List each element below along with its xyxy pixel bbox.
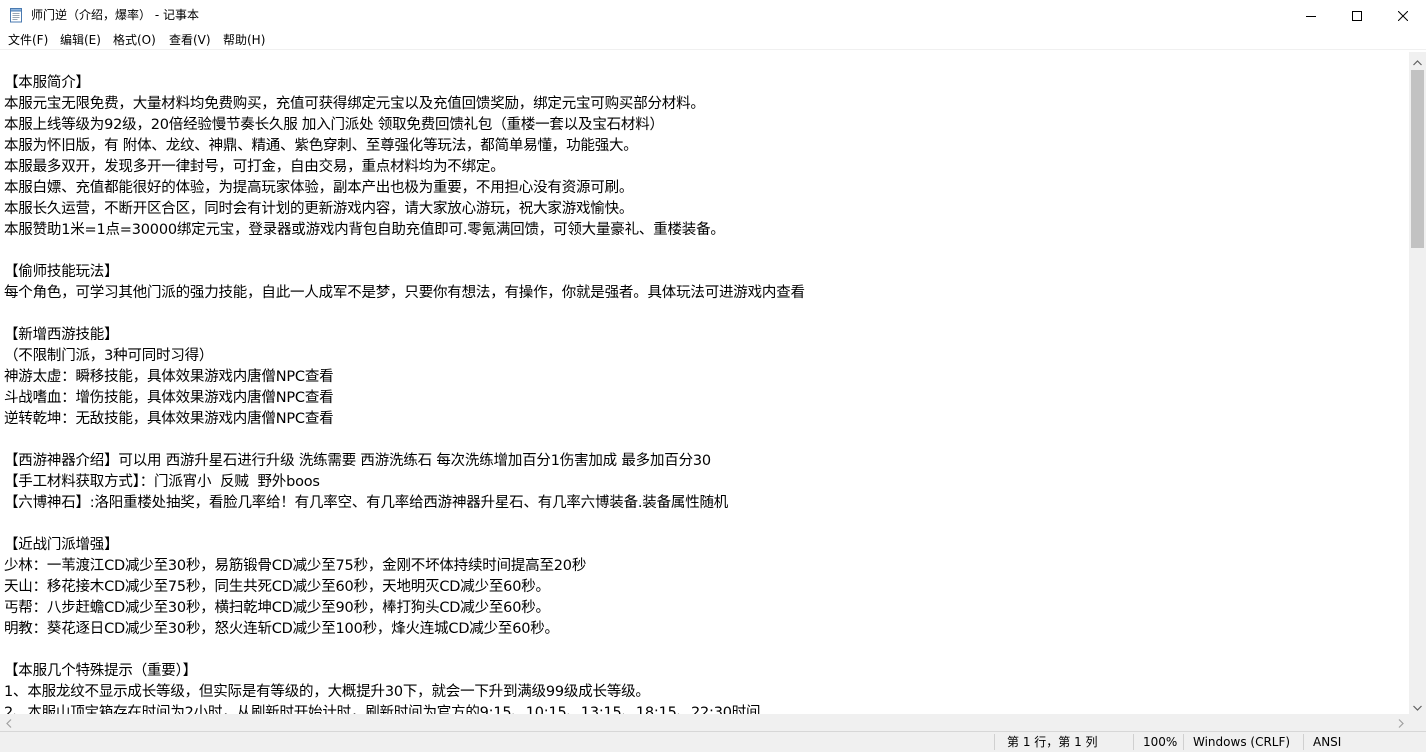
text-line[interactable] xyxy=(4,304,805,325)
chevron-down-icon xyxy=(1413,696,1422,715)
menu-bar: 文件(F) 编辑(E) 格式(O) 查看(V) 帮助(H) xyxy=(0,31,1426,50)
text-line[interactable]: 丐帮：八步赶蟾CD减少至30秒，横扫乾坤CD减少至90秒，棒打狗头CD减少至60… xyxy=(4,598,805,619)
scroll-left-button[interactable] xyxy=(0,714,17,731)
text-line[interactable]: 每个角色，可学习其他门派的强力技能，自此一人成军不是梦，只要你有想法，有操作，你… xyxy=(4,283,805,304)
notepad-icon xyxy=(9,7,23,23)
status-divider xyxy=(1133,734,1134,750)
text-line[interactable]: 本服长久运营，不断开区合区，同时会有计划的更新游戏内容，请大家放心游玩，祝大家游… xyxy=(4,199,805,220)
title-bar: 师门逆（介绍，爆率） - 记事本 xyxy=(0,0,1426,31)
text-line[interactable]: 本服为怀旧版，有 附体、龙纹、神鼎、精通、紫色穿刺、至尊强化等玩法，都简单易懂，… xyxy=(4,136,805,157)
vertical-scroll-thumb[interactable] xyxy=(1411,70,1424,248)
text-line[interactable]: 本服白嫖、充值都能很好的体验，为提高玩家体验，副本产出也极为重要，不用担心没有资… xyxy=(4,178,805,199)
text-line[interactable]: 【偷师技能玩法】 xyxy=(4,262,805,283)
text-line[interactable]: 【本服几个特殊提示（重要）】 xyxy=(4,661,805,682)
editor-content[interactable]: 【本服简介】 本服元宝无限免费，大量材料均免费购买，充值可获得绑定元宝以及充值回馈… xyxy=(4,73,805,714)
minimize-icon xyxy=(1306,6,1316,25)
text-line[interactable]: 2、本服山顶宝箱存在时间为2小时，从刷新时开始计时，刷新时间为官方的9:15、1… xyxy=(4,703,805,714)
text-line[interactable]: 本服上线等级为92级，20倍经验慢节奏长久服 加入门派处 领取免费回馈礼包（重楼… xyxy=(4,115,805,136)
vertical-scrollbar[interactable] xyxy=(1409,52,1426,714)
text-line[interactable]: （不限制门派，3种可同时习得） xyxy=(4,346,805,367)
status-divider xyxy=(1183,734,1184,750)
text-line[interactable]: 【本服简介】 xyxy=(4,73,805,94)
menu-edit[interactable]: 编辑(E) xyxy=(60,33,101,48)
text-line[interactable]: 【西游神器介绍】可以用 西游升星石进行升级 洗练需要 西游洗练石 每次洗练增加百… xyxy=(4,451,805,472)
text-line[interactable] xyxy=(4,241,805,262)
text-line[interactable] xyxy=(4,640,805,661)
chevron-left-icon xyxy=(5,713,12,732)
scroll-up-button[interactable] xyxy=(1409,52,1426,69)
close-button[interactable] xyxy=(1380,0,1426,31)
status-cursor-position: 第 1 行，第 1 列 xyxy=(1007,735,1098,749)
horizontal-scrollbar[interactable] xyxy=(0,714,1409,731)
text-line[interactable]: 少林：一苇渡江CD减少至30秒，易筋锻骨CD减少至75秒，金刚不坏体持续时间提高… xyxy=(4,556,805,577)
close-icon xyxy=(1397,6,1409,25)
text-line[interactable] xyxy=(4,430,805,451)
chevron-right-icon xyxy=(1398,713,1404,732)
menu-help[interactable]: 帮助(H) xyxy=(223,33,265,48)
text-line[interactable]: 斗战嗜血：增伤技能，具体效果游戏内唐僧NPC查看 xyxy=(4,388,805,409)
scroll-down-button[interactable] xyxy=(1409,697,1426,714)
status-encoding: ANSI xyxy=(1313,735,1342,749)
text-line[interactable]: 本服赞助1米=1点=30000绑定元宝，登录器或游戏内背包自助充值即可.零氪满回… xyxy=(4,220,805,241)
text-line[interactable]: 天山：移花接木CD减少至75秒，同生共死CD减少至60秒，天地明灭CD减少至60… xyxy=(4,577,805,598)
scroll-right-button[interactable] xyxy=(1392,714,1409,731)
text-editor[interactable]: 【本服简介】 本服元宝无限免费，大量材料均免费购买，充值可获得绑定元宝以及充值回馈… xyxy=(0,52,1409,714)
window-title: 师门逆（介绍，爆率） - 记事本 xyxy=(31,8,199,22)
text-line[interactable]: 神游太虚：瞬移技能，具体效果游戏内唐僧NPC查看 xyxy=(4,367,805,388)
text-line[interactable]: 【新增西游技能】 xyxy=(4,325,805,346)
text-line[interactable]: 逆转乾坤：无敌技能，具体效果游戏内唐僧NPC查看 xyxy=(4,409,805,430)
status-line-ending: Windows (CRLF) xyxy=(1193,735,1291,749)
text-line[interactable] xyxy=(4,514,805,535)
maximize-button[interactable] xyxy=(1334,0,1380,31)
status-divider xyxy=(994,734,995,750)
chevron-up-icon xyxy=(1413,51,1422,70)
text-line[interactable]: 本服元宝无限免费，大量材料均免费购买，充值可获得绑定元宝以及充值回馈奖励，绑定元… xyxy=(4,94,805,115)
text-line[interactable]: 【六博神石】:洛阳重楼处抽奖，看脸几率给！有几率空、有几率给西游神器升星石、有几… xyxy=(4,493,805,514)
text-line[interactable]: 1、本服龙纹不显示成长等级，但实际是有等级的，大概提升30下，就会一下升到满级9… xyxy=(4,682,805,703)
text-line[interactable]: 明教：葵花逐日CD减少至30秒，怒火连斩CD减少至100秒，烽火连城CD减少至6… xyxy=(4,619,805,640)
minimize-button[interactable] xyxy=(1288,0,1334,31)
text-line[interactable]: 【手工材料获取方式】：门派宵小 反贼 野外boos xyxy=(4,472,805,493)
status-divider xyxy=(1303,734,1304,750)
menu-format[interactable]: 格式(O) xyxy=(113,33,156,48)
text-line[interactable]: 本服最多双开，发现多开一律封号，可打金，自由交易，重点材料均为不绑定。 xyxy=(4,157,805,178)
status-bar: 第 1 行，第 1 列 100% Windows (CRLF) ANSI xyxy=(0,731,1426,752)
menu-view[interactable]: 查看(V) xyxy=(169,33,211,48)
status-zoom: 100% xyxy=(1143,735,1178,749)
text-line[interactable]: 【近战门派增强】 xyxy=(4,535,805,556)
menu-file[interactable]: 文件(F) xyxy=(8,33,48,48)
maximize-icon xyxy=(1352,6,1362,25)
scrollbar-corner xyxy=(1409,714,1426,731)
